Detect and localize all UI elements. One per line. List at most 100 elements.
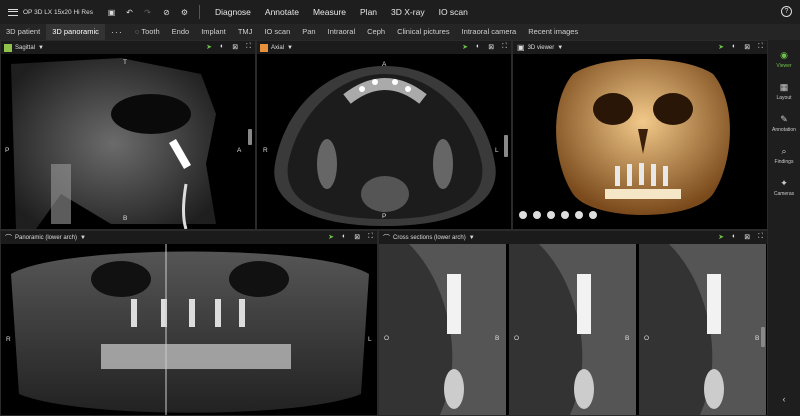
tab-3d-patient[interactable]: 3D patient xyxy=(0,24,46,40)
axial-title: Axial xyxy=(271,44,285,51)
fullscreen-icon[interactable]: ⛶ xyxy=(758,233,763,241)
viewer3d-header: ▣ 3D viewer ▼ ➤ ◐ ⊠ ⛶ xyxy=(513,41,767,54)
axial-scrollbar[interactable] xyxy=(504,135,508,157)
skull-preset-icon[interactable] xyxy=(547,211,555,219)
menu-3d-xray[interactable]: 3D X-ray xyxy=(391,7,425,17)
chevron-down-icon[interactable]: ▼ xyxy=(38,45,44,51)
pointer-icon[interactable]: ➤ xyxy=(328,233,334,241)
sidebar-item-findings[interactable]: ⌕ Findings xyxy=(768,146,800,165)
sagittal-label-right: A xyxy=(237,147,242,154)
arch-icon: ⌒ xyxy=(383,234,390,242)
menu-plan[interactable]: Plan xyxy=(360,7,377,17)
undo-icon[interactable]: ↶ xyxy=(125,8,134,17)
fullscreen-icon[interactable]: ⛶ xyxy=(368,233,373,241)
collapse-chevron-icon[interactable]: ‹ xyxy=(768,394,800,404)
cross-sections-image xyxy=(379,244,766,415)
axial-label-top: A xyxy=(382,61,387,68)
skull-3d-render xyxy=(556,59,730,215)
tab-clinical-pictures[interactable]: Clinical pictures xyxy=(391,24,456,40)
tab-3d-panoramic[interactable]: 3D panoramic xyxy=(46,24,105,40)
pointer-icon[interactable]: ➤ xyxy=(718,233,724,241)
sidebar-item-viewer[interactable]: ◉ Viewer xyxy=(768,50,800,69)
sidebar-item-cameras[interactable]: ✦ Cameras xyxy=(768,178,800,197)
panoramic-label-left: R xyxy=(6,336,11,343)
tab-tooth[interactable]: ◌ Tooth xyxy=(129,24,166,40)
tab-pan[interactable]: Pan xyxy=(296,24,321,40)
skull-preset-icon[interactable] xyxy=(561,211,569,219)
skull-preset-icon[interactable] xyxy=(519,211,527,219)
menu-annotate[interactable]: Annotate xyxy=(265,7,299,17)
tab-endo[interactable]: Endo xyxy=(166,24,196,40)
app-window: OP 3D LX 15x20 Hi Res ▣ ↶ ↷ ⊘ ⚙ Diagnose… xyxy=(0,0,800,416)
tab-ceph[interactable]: Ceph xyxy=(361,24,391,40)
skull-preset-icon[interactable] xyxy=(589,211,597,219)
sidebar-item-label: Cameras xyxy=(773,191,795,197)
crosshair-icon[interactable]: ⊠ xyxy=(488,43,494,51)
axial-label-right: L xyxy=(495,147,499,154)
fullscreen-icon[interactable]: ⛶ xyxy=(758,43,763,51)
menu-icon[interactable] xyxy=(8,8,18,16)
sidebar-item-label: Viewer xyxy=(776,63,792,69)
panoramic-viewport[interactable]: ⌒ Panoramic (lower arch) ▼ ➤ ◐ ⊠ ⛶ R L xyxy=(0,230,378,416)
redo-icon[interactable]: ↷ xyxy=(143,8,152,17)
menu-measure[interactable]: Measure xyxy=(313,7,346,17)
chevron-down-icon[interactable]: ▼ xyxy=(469,235,475,241)
tab-tooth-label: Tooth xyxy=(141,27,160,36)
settings-icon[interactable]: ⚙ xyxy=(180,8,189,17)
contrast-icon[interactable]: ◐ xyxy=(342,233,346,241)
crosshair-icon[interactable]: ⊠ xyxy=(232,43,238,51)
save-icon[interactable]: ▣ xyxy=(107,8,116,17)
tab-intraoral-camera[interactable]: Intraoral camera xyxy=(456,24,523,40)
menu-io-scan[interactable]: IO scan xyxy=(439,7,468,17)
view-preset-buttons xyxy=(519,211,597,219)
skull-preset-icon[interactable] xyxy=(575,211,583,219)
crosshair-icon[interactable]: ⊠ xyxy=(744,233,750,241)
fullscreen-icon[interactable]: ⛶ xyxy=(246,43,251,51)
contrast-icon[interactable]: ◐ xyxy=(476,43,480,51)
contrast-icon[interactable]: ◐ xyxy=(732,233,736,241)
cross-label-b: B xyxy=(755,335,760,342)
menu-diagnose[interactable]: Diagnose xyxy=(215,7,251,17)
axial-viewport[interactable]: Axial ▼ ➤ ◐ ⊠ ⛶ A R L P xyxy=(256,40,512,230)
cross-label-b: B xyxy=(625,335,630,342)
sidebar-item-annotation[interactable]: ✎ Annotation xyxy=(768,114,800,133)
chevron-down-icon[interactable]: ▼ xyxy=(80,235,86,241)
right-sidebar: ◉ Viewer ▦ Layout ✎ Annotation ⌕ Findings ✦ C… xyxy=(768,40,800,416)
sagittal-scrollbar[interactable] xyxy=(248,129,252,145)
cube-icon: ▣ xyxy=(517,43,525,52)
crosshair-icon[interactable]: ⊠ xyxy=(354,233,360,241)
tab-intraoral[interactable]: Intraoral xyxy=(322,24,362,40)
toolbar-divider xyxy=(198,5,200,19)
panoramic-label-right: L xyxy=(368,336,372,343)
chevron-down-icon[interactable]: ▼ xyxy=(557,45,563,51)
tab-io-scan[interactable]: IO scan xyxy=(258,24,296,40)
top-toolbar: OP 3D LX 15x20 Hi Res ▣ ↶ ↷ ⊘ ⚙ Diagnose… xyxy=(0,0,800,24)
tab-tmj[interactable]: TMJ xyxy=(232,24,259,40)
pointer-icon[interactable]: ➤ xyxy=(206,43,212,51)
viewer3d-viewport[interactable]: ▣ 3D viewer ▼ ➤ ◐ ⊠ ⛶ xyxy=(512,40,768,230)
sagittal-viewport[interactable]: Sagittal ▼ ➤ ◐ ⊠ ⛶ T P A B xyxy=(0,40,256,230)
tab-recent-images[interactable]: Recent images xyxy=(522,24,584,40)
contrast-icon[interactable]: ◐ xyxy=(220,43,224,51)
cross-sections-scrollbar[interactable] xyxy=(761,327,765,347)
cross-sections-viewport[interactable]: ⌒ Cross sections (lower arch) ▼ ➤ ◐ ⊠ ⛶ O B … xyxy=(378,230,768,416)
panoramic-header: ⌒ Panoramic (lower arch) ▼ ➤ ◐ ⊠ ⛶ xyxy=(1,231,377,244)
help-icon[interactable]: ? xyxy=(781,6,792,17)
cross-section-3 xyxy=(639,244,766,415)
crosshair-icon[interactable]: ⊠ xyxy=(744,43,750,51)
arch-icon: ⌒ xyxy=(5,234,12,242)
pointer-icon[interactable]: ➤ xyxy=(718,43,724,51)
tab-more[interactable]: ··· xyxy=(105,24,129,40)
sidebar-item-label: Layout xyxy=(776,95,792,101)
pointer-icon[interactable]: ➤ xyxy=(462,43,468,51)
axial-image xyxy=(274,66,496,226)
contrast-icon[interactable]: ◐ xyxy=(732,43,736,51)
sidebar-item-layout[interactable]: ▦ Layout xyxy=(768,82,800,101)
tab-implant[interactable]: Implant xyxy=(195,24,232,40)
compare-icon[interactable]: ⊘ xyxy=(162,8,171,17)
axial-label-bottom: P xyxy=(382,213,387,220)
chevron-down-icon[interactable]: ▼ xyxy=(287,45,293,51)
fullscreen-icon[interactable]: ⛶ xyxy=(502,43,507,51)
sagittal-label-bottom: B xyxy=(123,215,128,222)
skull-preset-icon[interactable] xyxy=(533,211,541,219)
